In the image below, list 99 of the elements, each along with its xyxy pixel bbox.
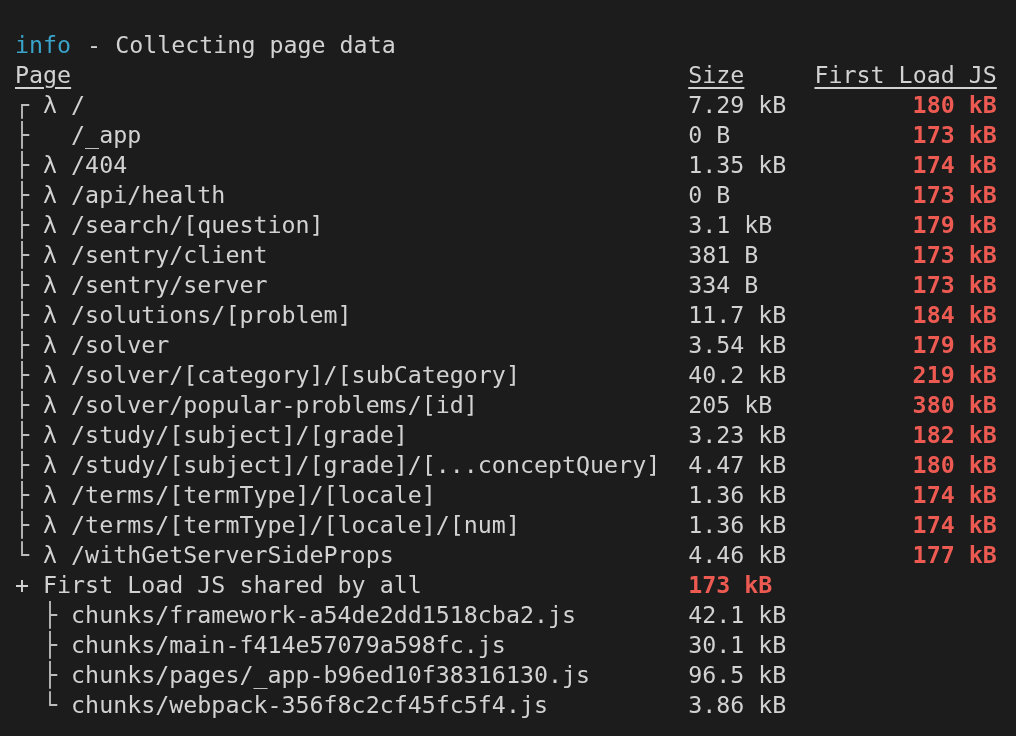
first-load-size: 173 kB [912, 270, 997, 300]
lambda-symbol: λ [43, 300, 59, 330]
plus-marker: + [15, 570, 31, 600]
route-path: /study/[subject]/[grade] [71, 420, 408, 450]
tree-connector: ├ [15, 120, 31, 150]
first-load-size: 179 kB [912, 210, 997, 240]
route-path: /solver/[category]/[subCategory] [71, 360, 520, 390]
page-size: 40.2 kB [688, 360, 787, 390]
route-path: /withGetServerSideProps [71, 540, 394, 570]
tree-connector: ┌ [15, 90, 31, 120]
page-size: 3.1 kB [688, 210, 773, 240]
tree-connector: ├ [15, 360, 31, 390]
tree-connector: ├ [15, 510, 31, 540]
tree-connector: ├ [43, 600, 59, 630]
page-size: 3.54 kB [688, 330, 787, 360]
chunk-size: 96.5 kB [688, 660, 787, 690]
route-path: /_app [71, 120, 142, 150]
route-path: /sentry/client [71, 240, 268, 270]
first-load-size: 174 kB [912, 480, 997, 510]
tree-connector: └ [43, 690, 59, 720]
lambda-symbol: λ [43, 150, 59, 180]
lambda-symbol: λ [43, 450, 59, 480]
first-load-size: 179 kB [912, 330, 997, 360]
tree-connector: ├ [43, 660, 59, 690]
tree-connector: ├ [15, 300, 31, 330]
route-path: /solver [71, 330, 170, 360]
tree-connector: ├ [15, 420, 31, 450]
tree-connector: ├ [15, 180, 31, 210]
lambda-symbol: λ [43, 330, 59, 360]
route-path: /sentry/server [71, 270, 268, 300]
chunk-file: chunks/webpack-356f8c2cf45fc5f4.js [71, 690, 548, 720]
tree-connector: ├ [15, 240, 31, 270]
page-size: 205 kB [688, 390, 773, 420]
chunk-size: 3.86 kB [688, 690, 787, 720]
route-path: /solver/popular-problems/[id] [71, 390, 478, 420]
first-load-size: 380 kB [912, 390, 997, 420]
column-header: First Load JS [814, 60, 997, 90]
page-size: 381 B [688, 240, 759, 270]
lambda-symbol: λ [43, 510, 59, 540]
first-load-size: 180 kB [912, 90, 997, 120]
log-level: info [15, 30, 72, 60]
tree-connector: ├ [15, 480, 31, 510]
lambda-symbol: λ [43, 210, 59, 240]
log-message: - Collecting page data [87, 30, 396, 60]
page-size: 0 B [688, 180, 731, 210]
page-size: 1.36 kB [688, 480, 787, 510]
lambda-symbol: λ [43, 360, 59, 390]
route-path: /study/[subject]/[grade]/[...conceptQuery] [71, 450, 661, 480]
page-size: 1.36 kB [688, 510, 787, 540]
page-size: 7.29 kB [688, 90, 787, 120]
shared-size: 173 kB [688, 570, 773, 600]
chunk-file: chunks/main-f414e57079a598fc.js [71, 630, 506, 660]
first-load-size: 180 kB [912, 450, 997, 480]
page-size: 1.35 kB [688, 150, 787, 180]
shared-label: First Load JS shared by all [43, 570, 422, 600]
lambda-symbol: λ [43, 420, 59, 450]
page-size: 4.46 kB [688, 540, 787, 570]
tree-connector: ├ [15, 330, 31, 360]
route-path: /terms/[termType]/[locale] [71, 480, 436, 510]
route-path: /404 [71, 150, 128, 180]
page-size: 0 B [688, 120, 731, 150]
first-load-size: 184 kB [912, 300, 997, 330]
tree-connector: ├ [15, 390, 31, 420]
lambda-symbol: λ [43, 90, 59, 120]
first-load-size: 182 kB [912, 420, 997, 450]
route-path: /search/[question] [71, 210, 324, 240]
tree-connector: ├ [15, 270, 31, 300]
tree-connector: ├ [15, 150, 31, 180]
lambda-symbol: λ [43, 540, 59, 570]
first-load-size: 174 kB [912, 150, 997, 180]
chunk-size: 42.1 kB [688, 600, 787, 630]
column-header: Size [688, 60, 745, 90]
first-load-size: 174 kB [912, 510, 997, 540]
tree-connector: ├ [43, 630, 59, 660]
column-header: Page [15, 60, 72, 90]
first-load-size: 173 kB [912, 180, 997, 210]
chunk-size: 30.1 kB [688, 630, 787, 660]
chunk-file: chunks/framework-a54de2dd1518cba2.js [71, 600, 577, 630]
tree-connector: ├ [15, 210, 31, 240]
page-size: 11.7 kB [688, 300, 787, 330]
first-load-size: 173 kB [912, 240, 997, 270]
chunk-file: chunks/pages/_app-b96ed10f38316130.js [71, 660, 591, 690]
first-load-size: 177 kB [912, 540, 997, 570]
lambda-symbol: λ [43, 270, 59, 300]
lambda-symbol: λ [43, 480, 59, 510]
route-path: / [71, 90, 86, 120]
page-size: 4.47 kB [688, 450, 787, 480]
lambda-symbol: λ [43, 180, 59, 210]
route-path: /terms/[termType]/[locale]/[num] [71, 510, 520, 540]
route-path: /api/health [71, 180, 226, 210]
tree-connector: ├ [15, 450, 31, 480]
page-size: 3.23 kB [688, 420, 787, 450]
first-load-size: 219 kB [912, 360, 997, 390]
page-size: 334 B [688, 270, 759, 300]
lambda-symbol: λ [43, 390, 59, 420]
route-path: /solutions/[problem] [71, 300, 352, 330]
lambda-symbol: λ [43, 240, 59, 270]
tree-connector: └ [15, 540, 31, 570]
first-load-size: 173 kB [912, 120, 997, 150]
